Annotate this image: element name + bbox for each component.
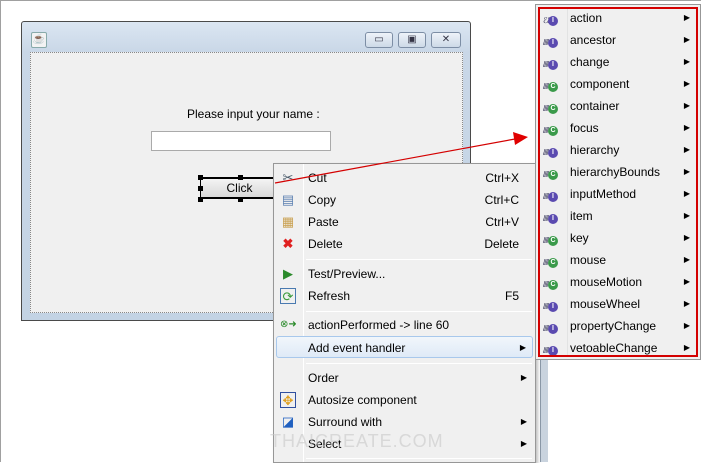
arrow-head	[513, 132, 528, 145]
annotation-arrow	[274, 132, 528, 184]
arrow-line	[274, 138, 516, 184]
